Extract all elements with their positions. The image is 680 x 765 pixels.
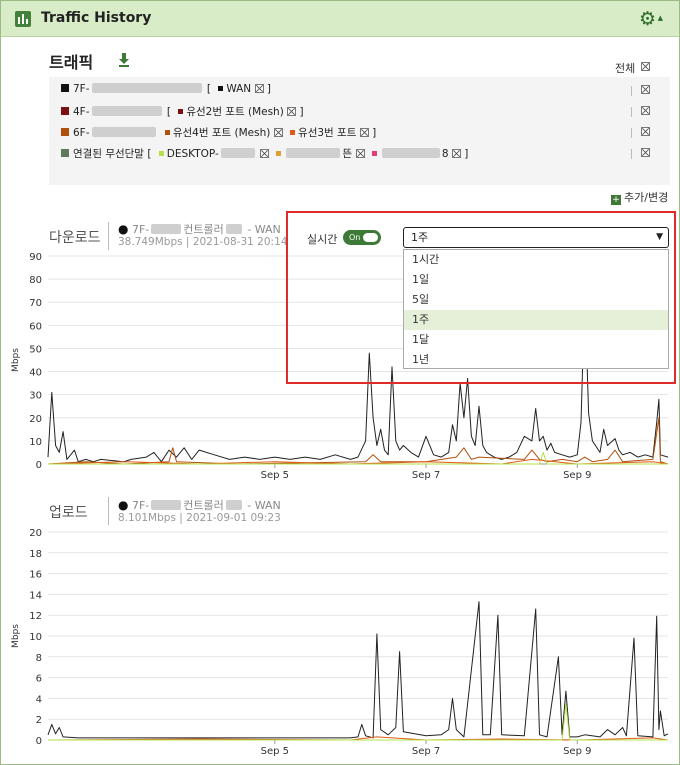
remove-item-icon[interactable] — [359, 128, 369, 137]
range-option[interactable]: 5일 — [404, 290, 668, 310]
range-option[interactable]: 1달 — [404, 330, 668, 350]
range-select[interactable]: 1주 ▼ — [403, 227, 669, 248]
window-title: Traffic History — [41, 10, 152, 26]
remove-row-icon[interactable] — [641, 127, 650, 136]
y-tick-label: 40 — [29, 368, 42, 379]
x-tick-label: Sep 9 — [563, 746, 591, 757]
traffic-title: 트래픽 — [49, 53, 94, 72]
y-tick-label: 4 — [36, 694, 42, 705]
masked-text — [220, 148, 255, 158]
series-line — [47, 601, 669, 739]
range-options: 1시간 1일 5일 1주 1달 1년 — [403, 249, 669, 369]
remove-item-icon[interactable] — [287, 107, 297, 116]
remove-item-icon[interactable] — [254, 84, 264, 93]
masked-text — [286, 148, 341, 158]
series-color-swatch — [61, 149, 69, 157]
y-tick-label: 90 — [29, 252, 42, 263]
series-color-swatch — [61, 107, 69, 115]
download-device-name: ● 7F- 컨트롤러 - WAN — [118, 222, 281, 236]
y-tick-label: 20 — [29, 414, 42, 425]
y-tick-label: 10 — [29, 632, 42, 643]
y-tick-label: 18 — [29, 549, 42, 560]
realtime-toggle[interactable]: On — [343, 230, 381, 245]
chevron-down-icon: ▼ — [656, 232, 663, 242]
y-tick-label: 10 — [29, 437, 42, 448]
download-icon[interactable] — [118, 52, 130, 68]
device-row: 6F- 유선4번 포트 (Mesh) 유선3번 포트 ] — [61, 125, 376, 141]
upload-rate: 8.101Mbps | 2021-09-01 09:23 — [118, 512, 281, 524]
y-tick-label: 14 — [29, 590, 42, 601]
x-tick-label: Sep 7 — [412, 470, 440, 481]
remove-item-icon[interactable] — [355, 149, 365, 158]
y-tick-label: 50 — [29, 344, 42, 355]
y-tick-label: 0 — [36, 460, 42, 471]
x-tick-label: Sep 5 — [261, 470, 289, 481]
range-option[interactable]: 1시간 — [404, 250, 668, 270]
remove-row-icon[interactable] — [641, 106, 650, 115]
y-tick-label: 60 — [29, 321, 42, 332]
x-tick-label: Sep 9 — [563, 470, 591, 481]
remove-all-icon[interactable] — [641, 62, 650, 71]
masked-text — [381, 148, 440, 158]
add-change-link[interactable]: + 추가/변경 — [611, 189, 668, 205]
y-tick-label: 70 — [29, 298, 42, 309]
upload-title: 업로드 — [49, 505, 88, 521]
remove-item-icon[interactable] — [273, 128, 283, 137]
chart-icon — [15, 11, 31, 27]
y-tick-label: 80 — [29, 275, 42, 286]
gear-icon[interactable]: ⚙ ▲ — [639, 8, 663, 30]
series-color-swatch — [61, 128, 69, 136]
remove-item-icon[interactable] — [260, 149, 270, 158]
plus-icon: + — [611, 195, 621, 205]
device-row: 4F- [ 유선2번 포트 (Mesh) ] — [61, 104, 304, 120]
y-tick-label: 2 — [36, 715, 42, 726]
y-tick-label: 0 — [36, 736, 42, 747]
all-label: 전체 — [615, 62, 636, 75]
x-tick-label: Sep 5 — [261, 746, 289, 757]
y-tick-label: 8 — [36, 653, 42, 664]
y-axis-label: Mbps — [11, 624, 21, 648]
upload-chart: 0 2 4 6 8 10 12 14 16 18 20 Mbps Sep 5 Sep 7 Sep 9 — [11, 528, 669, 757]
device-row: 7F- [ WAN ] — [61, 83, 271, 99]
masked-text — [91, 106, 162, 116]
remove-item-icon[interactable] — [451, 149, 461, 158]
series-line — [48, 703, 668, 741]
y-tick-label: 20 — [29, 528, 42, 539]
x-tick-label: Sep 7 — [412, 746, 440, 757]
series-color-swatch — [61, 84, 69, 92]
range-option[interactable]: 1일 — [404, 270, 668, 290]
masked-text — [91, 127, 156, 137]
download-title: 다운로드 — [49, 230, 101, 246]
device-row: 연결된 무선단말 [ DESKTOP- 뜬 8 ] — [61, 146, 468, 162]
y-tick-label: 16 — [29, 570, 42, 581]
title-bar: Traffic History ⚙ ▲ — [1, 1, 679, 37]
remove-row-icon[interactable] — [641, 148, 650, 157]
device-list: 7F- [ WAN ] 4F- [ 유선2번 포트 (Mesh) ] 6F- 유… — [49, 77, 670, 185]
y-axis-label: Mbps — [11, 348, 21, 372]
y-tick-label: 6 — [36, 674, 42, 685]
remove-row-icon[interactable] — [641, 85, 650, 94]
range-option[interactable]: 1년 — [404, 350, 668, 370]
range-option[interactable]: 1주 — [404, 310, 668, 330]
y-tick-label: 30 — [29, 391, 42, 402]
upload-device-name: ● 7F- 컨트롤러 - WAN — [118, 498, 281, 512]
y-tick-label: 12 — [29, 611, 42, 622]
download-rate: 38.749Mbps | 2021-08-31 20:14 — [118, 236, 288, 248]
masked-text — [91, 83, 202, 93]
realtime-label: 실시간 — [307, 233, 338, 246]
